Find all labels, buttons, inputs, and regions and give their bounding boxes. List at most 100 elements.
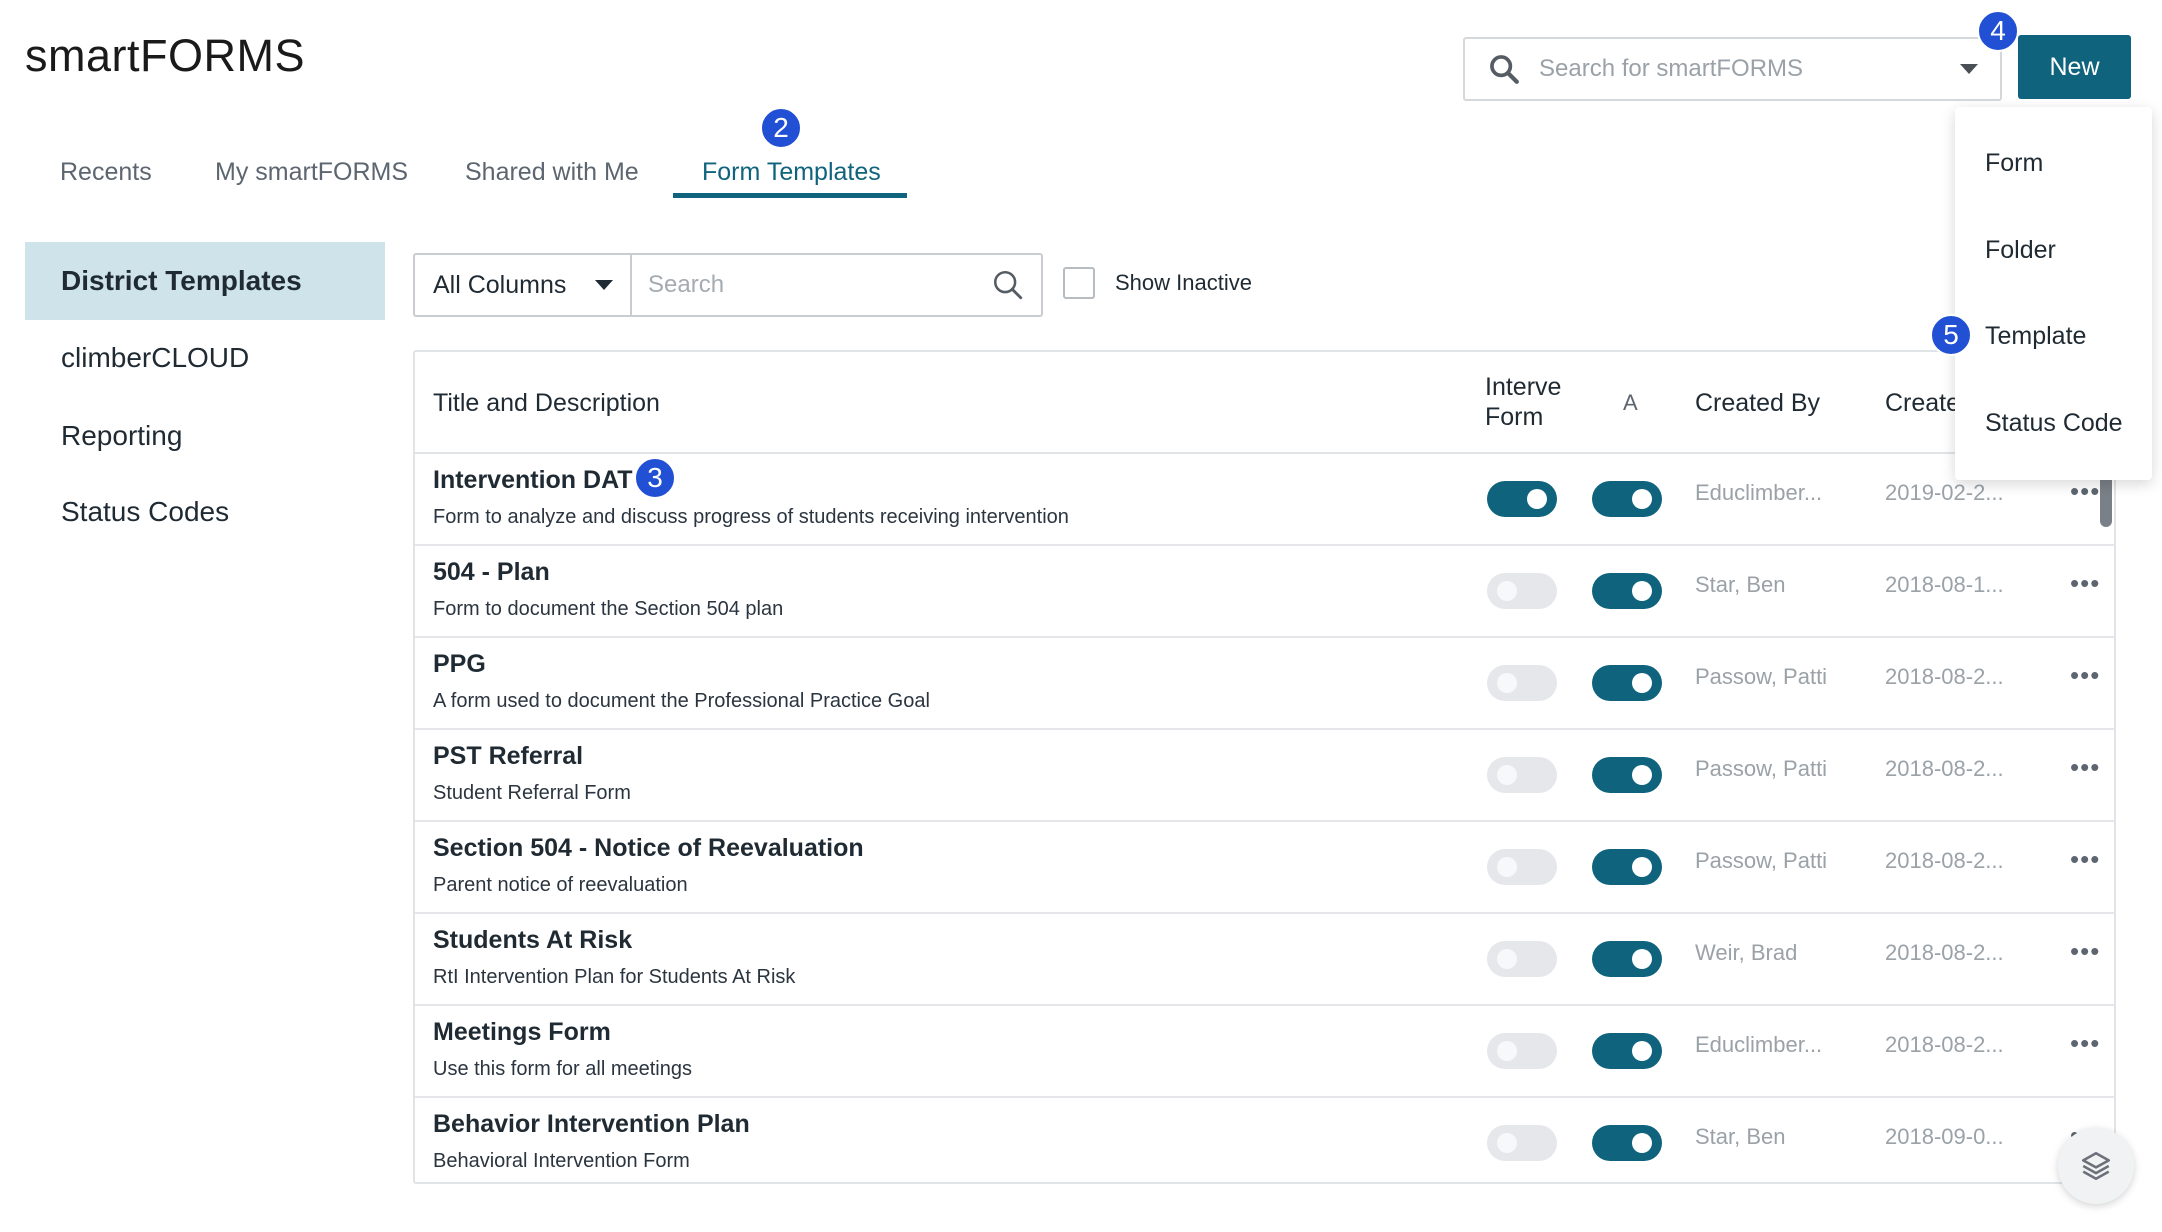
more-horizontal-icon[interactable]: ••• — [2070, 752, 2100, 783]
sidebar-item-reporting[interactable]: Reporting — [25, 397, 385, 475]
global-search-input[interactable]: Search for smartFORMS — [1463, 37, 2002, 101]
row-created-by: Educlimber... — [1695, 1032, 1823, 1057]
row-created-on: 2018-08-2... — [1885, 848, 2004, 873]
row-title[interactable]: Meetings Form — [433, 1018, 611, 1047]
intervention-toggle[interactable] — [1487, 849, 1557, 885]
tab-form-templates[interactable]: Form Templates — [702, 158, 881, 187]
active-toggle[interactable] — [1592, 1125, 1662, 1161]
new-button[interactable]: New — [2018, 35, 2131, 99]
row-title[interactable]: PST Referral — [433, 742, 583, 771]
row-created-by: Passow, Patti — [1695, 848, 1828, 873]
table-row[interactable]: PST Referral Student Referral Form Passo… — [415, 730, 2114, 822]
layers-button[interactable] — [2058, 1128, 2134, 1204]
active-toggle[interactable] — [1592, 481, 1662, 517]
intervention-toggle[interactable] — [1487, 1033, 1557, 1069]
row-description: Form to document the Section 504 plan — [433, 598, 784, 620]
row-created-by: Weir, Brad — [1695, 940, 1798, 965]
table-row[interactable]: Students At Risk RtI Intervention Plan f… — [415, 914, 2114, 1006]
row-created-on: 2018-08-2... — [1885, 1032, 2004, 1057]
more-horizontal-icon[interactable]: ••• — [2070, 936, 2100, 967]
row-title[interactable]: Section 504 - Notice of Reevaluation — [433, 834, 864, 863]
header-intervention-form[interactable]: Interve Form — [1485, 372, 1561, 432]
menu-item-form[interactable]: Form — [1985, 149, 2043, 178]
row-created-on: 2018-09-0... — [1885, 1124, 2004, 1149]
step-badge-2: 2 — [760, 107, 802, 149]
caret-down-icon[interactable] — [1960, 64, 1978, 74]
header-active[interactable]: A — [1623, 388, 1638, 418]
row-created-by: Educlimber... — [1695, 480, 1823, 505]
row-title[interactable]: Intervention DAT — [433, 466, 633, 495]
table-search-input[interactable]: Search — [630, 253, 1043, 317]
row-description: Form to analyze and discuss progress of … — [433, 506, 1069, 528]
row-description: A form used to document the Professional… — [433, 690, 930, 712]
row-description: Parent notice of reevaluation — [433, 874, 688, 896]
more-horizontal-icon[interactable]: ••• — [2070, 1028, 2100, 1059]
header-created-by[interactable]: Created By — [1695, 388, 1820, 418]
column-select-value: All Columns — [433, 270, 567, 299]
step-badge-3: 3 — [634, 457, 676, 499]
row-description: RtI Intervention Plan for Students At Ri… — [433, 966, 796, 988]
intervention-toggle[interactable] — [1487, 757, 1557, 793]
show-inactive-label: Show Inactive — [1115, 270, 1252, 295]
row-title[interactable]: Students At Risk — [433, 926, 632, 955]
table-header: Title and Description Interve Form A Cre… — [415, 352, 2114, 454]
intervention-toggle[interactable] — [1487, 481, 1557, 517]
table-row[interactable]: PPG A form used to document the Professi… — [415, 638, 2114, 730]
table-row[interactable]: Behavior Intervention Plan Behavioral In… — [415, 1098, 2114, 1182]
table-row[interactable]: 504 - Plan Form to document the Section … — [415, 546, 2114, 638]
tab-my-smartforms[interactable]: My smartFORMS — [215, 158, 408, 187]
row-created-on: 2018-08-2... — [1885, 940, 2004, 965]
more-horizontal-icon[interactable]: ••• — [2070, 568, 2100, 599]
more-horizontal-icon[interactable]: ••• — [2070, 476, 2100, 507]
active-toggle[interactable] — [1592, 573, 1662, 609]
active-toggle[interactable] — [1592, 941, 1662, 977]
row-created-by: Passow, Patti — [1695, 756, 1828, 781]
global-search-placeholder: Search for smartFORMS — [1539, 55, 1804, 82]
more-horizontal-icon[interactable]: ••• — [2070, 660, 2100, 691]
tab-recents[interactable]: Recents — [60, 158, 152, 187]
header-title-description[interactable]: Title and Description — [433, 388, 660, 418]
row-created-on: 2019-02-2... — [1885, 480, 2004, 505]
table-row[interactable]: Section 504 - Notice of Reevaluation Par… — [415, 822, 2114, 914]
header-created-on[interactable]: Create — [1885, 388, 1960, 418]
active-toggle[interactable] — [1592, 665, 1662, 701]
table-row[interactable]: Meetings Form Use this form for all meet… — [415, 1006, 2114, 1098]
layers-icon — [2081, 1151, 2111, 1181]
menu-item-status-code[interactable]: Status Code — [1985, 409, 2123, 438]
row-title[interactable]: PPG — [433, 650, 486, 679]
search-icon[interactable] — [991, 268, 1025, 302]
row-title[interactable]: Behavior Intervention Plan — [433, 1110, 750, 1139]
intervention-toggle[interactable] — [1487, 573, 1557, 609]
column-select[interactable]: All Columns — [413, 253, 631, 317]
show-inactive-checkbox[interactable] — [1063, 267, 1095, 299]
active-tab-indicator — [673, 193, 907, 198]
sidebar-item-status-codes[interactable]: Status Codes — [25, 473, 385, 551]
header-intervention-line1: Interve — [1485, 373, 1562, 401]
active-toggle[interactable] — [1592, 757, 1662, 793]
row-created-by: Star, Ben — [1695, 1124, 1786, 1149]
step-badge-5: 5 — [1930, 314, 1972, 356]
search-icon — [1490, 55, 1519, 84]
header-intervention-line2: Form — [1485, 403, 1544, 431]
intervention-toggle[interactable] — [1487, 665, 1557, 701]
menu-item-template[interactable]: Template — [1985, 322, 2086, 351]
active-toggle[interactable] — [1592, 1033, 1662, 1069]
tab-shared-with-me[interactable]: Shared with Me — [465, 158, 639, 187]
app-title: smartFORMS — [25, 30, 305, 81]
row-title[interactable]: 504 - Plan — [433, 558, 550, 587]
row-created-on: 2018-08-1... — [1885, 572, 2004, 597]
table-search-placeholder: Search — [648, 271, 725, 298]
row-created-by: Star, Ben — [1695, 572, 1786, 597]
row-description: Behavioral Intervention Form — [433, 1150, 690, 1172]
intervention-toggle[interactable] — [1487, 941, 1557, 977]
sidebar-item-climbercloud[interactable]: climberCLOUD — [25, 319, 385, 397]
intervention-toggle[interactable] — [1487, 1125, 1557, 1161]
row-created-on: 2018-08-2... — [1885, 756, 2004, 781]
sidebar-item-district-templates[interactable]: District Templates — [25, 242, 385, 320]
more-horizontal-icon[interactable]: ••• — [2070, 844, 2100, 875]
active-toggle[interactable] — [1592, 849, 1662, 885]
row-description: Student Referral Form — [433, 782, 631, 804]
menu-item-folder[interactable]: Folder — [1985, 236, 2056, 265]
step-badge-4: 4 — [1977, 10, 2019, 52]
new-dropdown-menu: Form Folder Template Status Code — [1955, 107, 2152, 480]
